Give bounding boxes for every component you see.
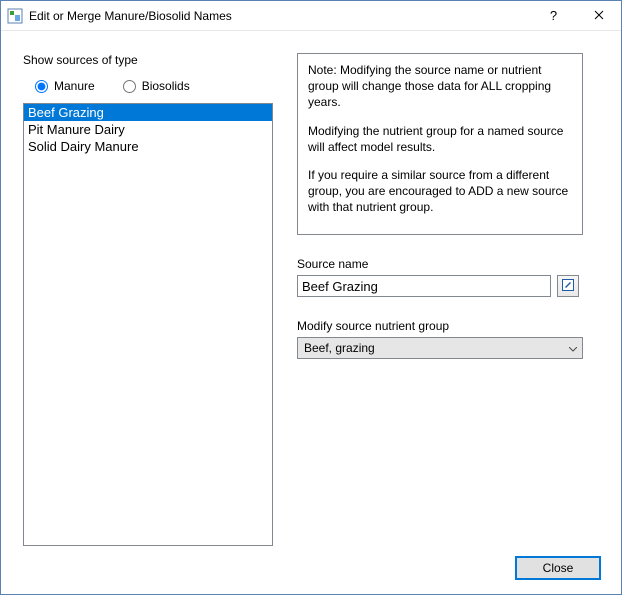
source-type-radios: Manure Biosolids [35,79,273,93]
dialog-footer: Close [23,546,601,580]
note-paragraph: Modifying the nutrient group for a named… [308,123,572,155]
note-box: Note: Modifying the source name or nutri… [297,53,583,235]
list-item[interactable]: Pit Manure Dairy [24,121,272,138]
source-name-input[interactable] [297,275,551,297]
close-button[interactable]: Close [515,556,601,580]
list-item[interactable]: Beef Grazing [24,104,272,121]
nutrient-group-value: Beef, grazing [297,337,583,359]
columns: Show sources of type Manure Biosolids Be… [23,53,601,546]
titlebar: Edit or Merge Manure/Biosolid Names ? [1,1,621,31]
radio-manure-label: Manure [54,79,95,93]
modify-group-label: Modify source nutrient group [297,319,601,333]
source-type-label: Show sources of type [23,53,273,67]
close-icon [594,9,604,23]
dialog-window: Edit or Merge Manure/Biosolid Names ? Sh… [0,0,622,595]
radio-manure[interactable]: Manure [35,79,95,93]
left-panel: Show sources of type Manure Biosolids Be… [23,53,273,546]
edit-icon [561,278,575,295]
list-item[interactable]: Solid Dairy Manure [24,138,272,155]
app-icon [7,8,23,24]
radio-biosolids-label: Biosolids [142,79,190,93]
radio-biosolids[interactable]: Biosolids [123,79,190,93]
dialog-body: Show sources of type Manure Biosolids Be… [1,31,621,594]
source-listbox[interactable]: Beef Grazing Pit Manure Dairy Solid Dair… [23,103,273,546]
help-icon: ? [550,8,557,23]
edit-source-name-button[interactable] [557,275,579,297]
source-name-label: Source name [297,257,601,271]
source-name-row [297,275,601,297]
nutrient-group-select[interactable]: Beef, grazing [297,337,583,359]
right-panel: Note: Modifying the source name or nutri… [297,53,601,546]
note-paragraph: Note: Modifying the source name or nutri… [308,62,572,111]
window-title: Edit or Merge Manure/Biosolid Names [29,9,531,23]
radio-biosolids-input[interactable] [123,80,136,93]
radio-manure-input[interactable] [35,80,48,93]
help-button[interactable]: ? [531,1,576,31]
window-close-button[interactable] [576,1,621,31]
note-paragraph: If you require a similar source from a d… [308,167,572,216]
